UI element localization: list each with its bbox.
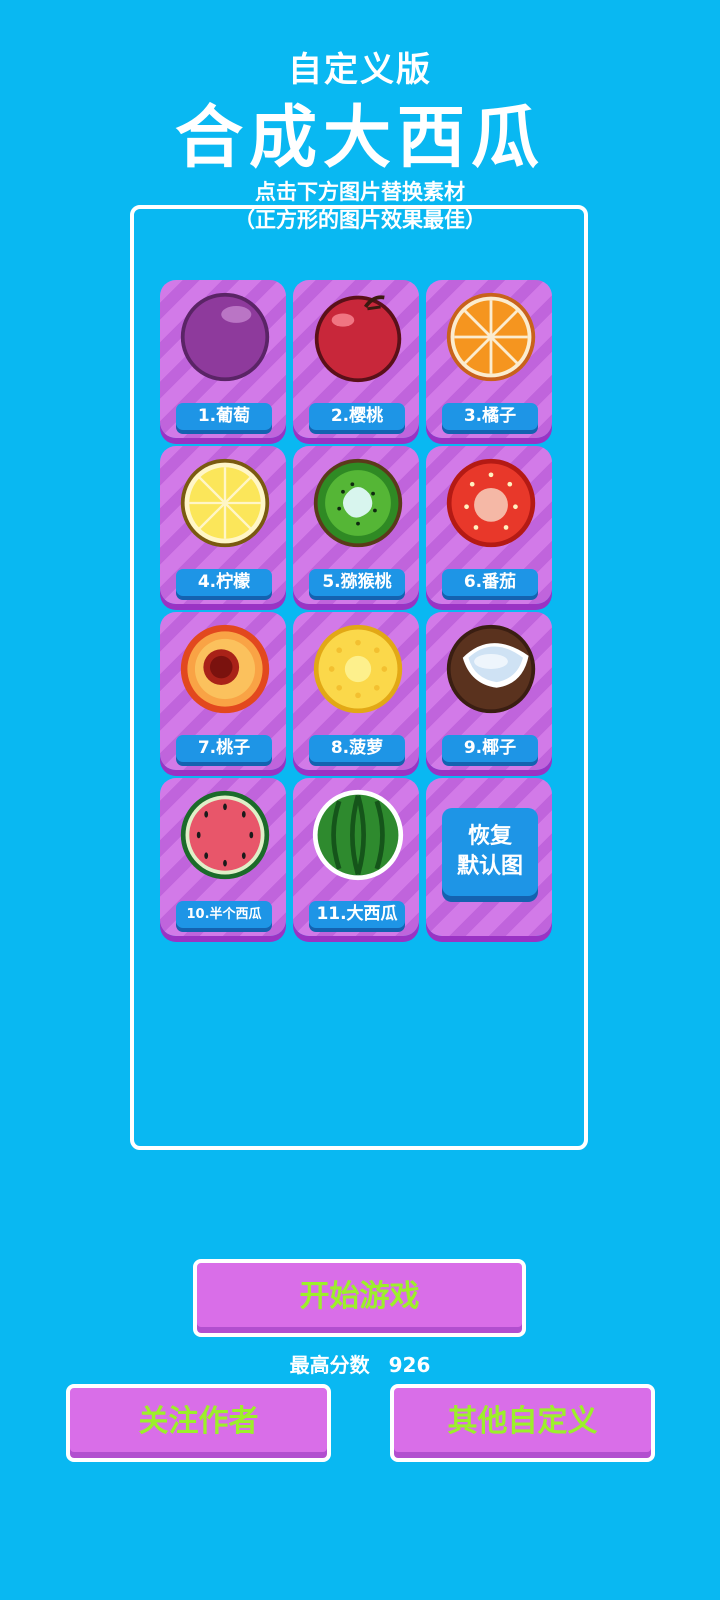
page-title: 合成大西瓜: [174, 99, 545, 178]
fruit-label: 10.半个西瓜: [176, 901, 272, 928]
fruit-label: 3.橘子: [442, 403, 538, 430]
fruit-label: 4.柠檬: [176, 569, 272, 596]
watermelon-icon: [311, 788, 405, 882]
fruit-card-grape[interactable]: 1.葡萄: [160, 280, 286, 438]
half-watermelon-icon: [178, 788, 272, 882]
other-custom-button[interactable]: 其他自定义: [390, 1384, 655, 1462]
fruit-grid: 1.葡萄 2.樱桃 3.橘子 4.柠檬 5.猕猴桃 6.番茄 7.桃子 8.菠萝…: [160, 280, 560, 936]
kiwi-icon: [311, 456, 405, 550]
fruit-label: 2.樱桃: [309, 403, 405, 430]
pineapple-icon: [311, 622, 405, 716]
lemon-icon: [178, 456, 272, 550]
fruit-label: 1.葡萄: [176, 403, 272, 430]
start-game-button[interactable]: 开始游戏: [193, 1259, 526, 1337]
fruit-card-lemon[interactable]: 4.柠檬: [160, 446, 286, 604]
fruit-label: 6.番茄: [442, 569, 538, 596]
fruit-card-pineapple[interactable]: 8.菠萝: [293, 612, 419, 770]
follow-author-button[interactable]: 关注作者: [66, 1384, 331, 1462]
fruit-card-peach[interactable]: 7.桃子: [160, 612, 286, 770]
fruit-label: 11.大西瓜: [309, 901, 405, 928]
fruit-card-kiwi[interactable]: 5.猕猴桃: [293, 446, 419, 604]
fruit-label: 5.猕猴桃: [309, 569, 405, 596]
fruit-card-orange[interactable]: 3.橘子: [426, 280, 552, 438]
fruit-card-watermelon[interactable]: 11.大西瓜: [293, 778, 419, 936]
cherry-icon: [311, 290, 405, 384]
tomato-icon: [444, 456, 538, 550]
fruit-card-half-watermelon[interactable]: 10.半个西瓜: [160, 778, 286, 936]
high-score-label: 最高分数: [289, 1353, 370, 1377]
coconut-icon: [444, 622, 538, 716]
restore-default-card: 恢复 默认图: [426, 778, 552, 936]
fruit-card-cherry[interactable]: 2.樱桃: [293, 280, 419, 438]
high-score: 最高分数 926: [0, 1349, 720, 1378]
restore-line2: 默认图: [456, 854, 523, 879]
high-score-value: 926: [388, 1353, 431, 1377]
orange-icon: [444, 290, 538, 384]
peach-icon: [178, 622, 272, 716]
grape-icon: [178, 290, 272, 384]
restore-default-button[interactable]: 恢复 默认图: [442, 808, 538, 896]
fruit-label: 8.菠萝: [309, 735, 405, 762]
fruit-label: 7.桃子: [176, 735, 272, 762]
fruit-label: 9.椰子: [442, 735, 538, 762]
fruit-card-coconut[interactable]: 9.椰子: [426, 612, 552, 770]
fruit-card-tomato[interactable]: 6.番茄: [426, 446, 552, 604]
restore-line1: 恢复: [467, 824, 512, 849]
hint-text: 点击下方图片替换素材: [255, 180, 465, 204]
